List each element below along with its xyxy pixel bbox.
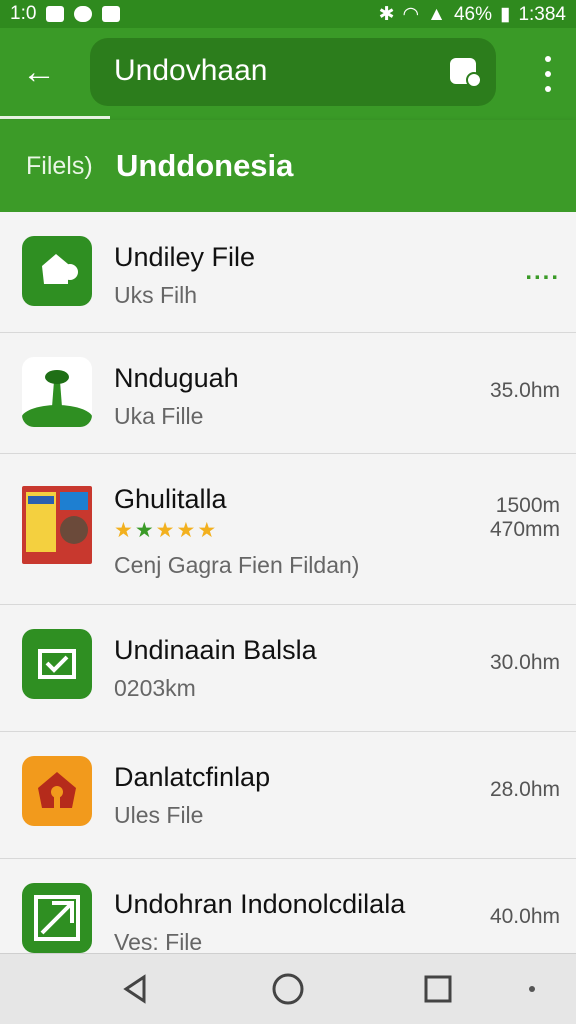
item-size: 28.0hm xyxy=(489,778,560,801)
item-subtitle: Cenj Gagra Fien Fildan) xyxy=(114,552,360,578)
signal-icon: ▲ xyxy=(427,3,446,25)
active-tab-indicator xyxy=(0,116,110,119)
status-bar: 1:0 ✱ ◠ ▲ 46% ▮ 1:384 xyxy=(0,0,576,28)
overflow-menu-icon[interactable] xyxy=(542,56,554,92)
item-name: Ghulitalla xyxy=(114,484,227,514)
battery-label: 46% xyxy=(453,3,492,25)
wifi-icon: ◠ xyxy=(402,4,420,25)
item-subtitle: Ves: File xyxy=(114,929,203,954)
list-item[interactable]: Undohran Indonolcdilala Ves: File 40.0hm xyxy=(0,859,576,954)
poster-icon xyxy=(22,486,92,564)
star-icon: ★ xyxy=(134,519,156,542)
store-bag-icon[interactable] xyxy=(450,58,482,88)
item-size: 35.0hm xyxy=(489,379,560,402)
star-icon: ★ xyxy=(176,519,198,542)
bluetooth-icon: ✱ xyxy=(378,4,395,25)
system-nav-bar xyxy=(0,953,576,1024)
search-title: Undovhaan xyxy=(114,54,268,87)
star-icon: ★ xyxy=(114,519,135,542)
sub-header: Filels) Unddonesia xyxy=(0,120,576,212)
recents-nav-icon[interactable] xyxy=(398,954,478,1024)
star-icon: ★ xyxy=(155,519,177,542)
item-size: 30.0hm xyxy=(489,651,560,674)
inbox-check-icon xyxy=(22,629,92,699)
status-time-right: 1:384 xyxy=(518,3,566,25)
item-size-secondary: 470mm xyxy=(489,518,560,541)
item-name: Undinaain Balsla xyxy=(114,635,317,665)
thumbs-up-icon xyxy=(22,236,92,306)
item-name: Undiley File xyxy=(114,242,256,272)
page-title: Unddonesia xyxy=(116,148,294,183)
app-notification-icon xyxy=(74,6,93,22)
landscape-icon xyxy=(22,357,92,427)
overflow-dot xyxy=(545,71,551,77)
list-item[interactable]: Undiley File Uks Filh .... xyxy=(0,212,576,333)
notification-icon xyxy=(46,6,65,22)
item-name: Danlatcfinlap xyxy=(114,762,271,792)
list-item[interactable]: Ghulitalla ★★★★★ Cenj Gagra Fien Fildan)… xyxy=(0,454,576,605)
back-arrow-icon[interactable]: ← xyxy=(22,52,62,92)
send-icon xyxy=(22,883,92,953)
item-name: Undohran Indonolcdilala xyxy=(114,889,406,919)
overflow-dot xyxy=(545,86,551,92)
file-list: Undiley File Uks Filh .... Nnduguah Uka … xyxy=(0,212,576,954)
nav-dot-icon xyxy=(512,954,552,1024)
status-right: ✱ ◠ ▲ 46% ▮ 1:384 xyxy=(379,3,566,26)
back-nav-icon[interactable] xyxy=(96,954,176,1024)
home-nav-icon[interactable] xyxy=(248,954,328,1024)
app-bar: ← Undovhaan xyxy=(0,28,576,120)
list-item[interactable]: Danlatcfinlap Ules File 28.0hm xyxy=(0,732,576,859)
list-item[interactable]: Nnduguah Uka Fille 35.0hm xyxy=(0,333,576,454)
list-item[interactable]: Undinaain Balsla 0203km 30.0hm xyxy=(0,605,576,732)
item-subtitle: Uka Fille xyxy=(114,403,204,429)
item-menu-dots-icon[interactable]: .... xyxy=(525,258,560,286)
home-icon xyxy=(22,756,92,826)
item-name: Nnduguah xyxy=(114,363,239,393)
item-size: 1500m xyxy=(495,494,560,517)
overflow-dot xyxy=(545,56,551,62)
battery-icon: ▮ xyxy=(499,4,511,25)
status-time-left: 1:0 xyxy=(10,3,37,24)
breadcrumb[interactable]: Filels) xyxy=(26,152,93,181)
search-box[interactable]: Undovhaan xyxy=(90,38,496,106)
rating-stars: ★★★★★ xyxy=(114,518,218,543)
item-subtitle: Ules File xyxy=(114,802,204,828)
item-size: 40.0hm xyxy=(489,905,560,928)
item-subtitle: Uks Filh xyxy=(114,282,198,308)
item-subtitle: 0203km xyxy=(114,675,196,701)
star-icon: ★ xyxy=(197,519,219,542)
image-notification-icon xyxy=(102,6,121,22)
status-left: 1:0 xyxy=(10,3,121,25)
